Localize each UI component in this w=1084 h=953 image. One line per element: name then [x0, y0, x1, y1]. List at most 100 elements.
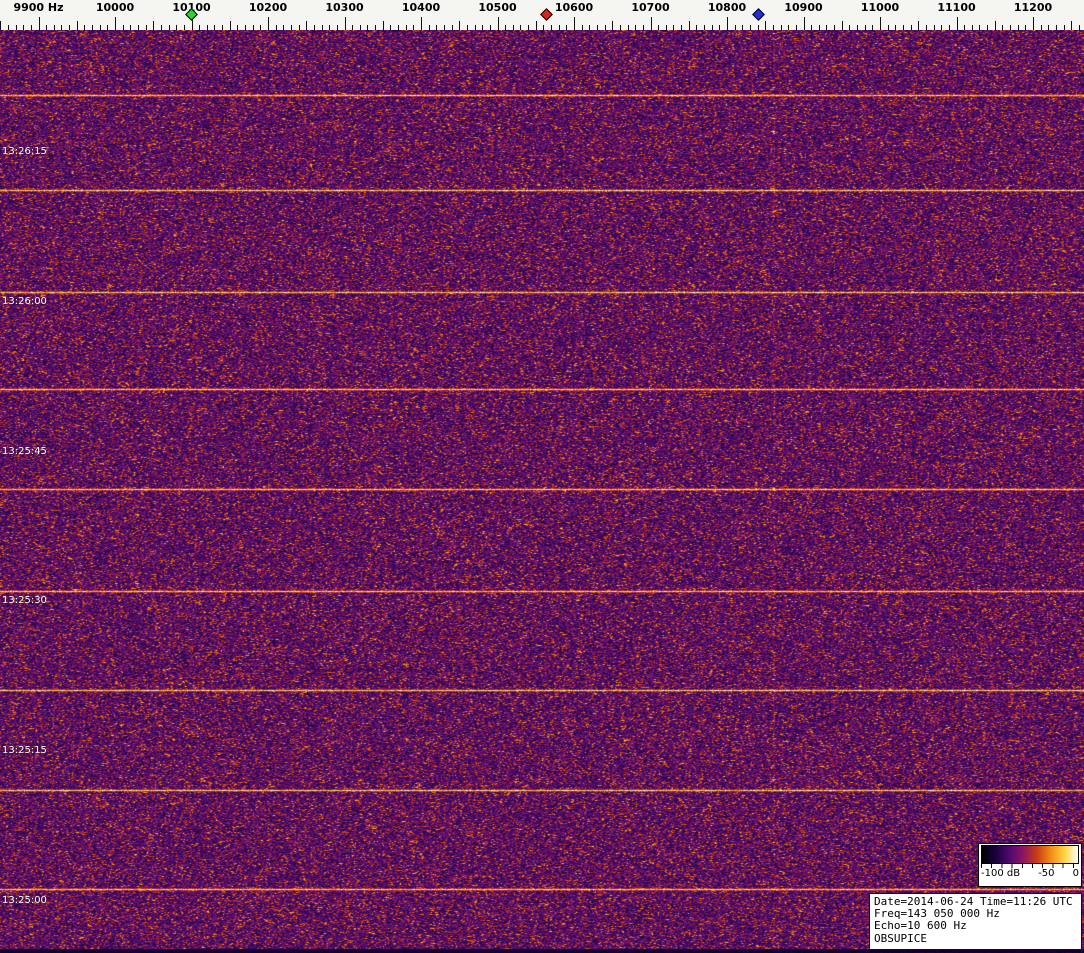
freq-tick [612, 21, 614, 30]
freq-tick [199, 25, 201, 30]
freq-tick [398, 25, 400, 30]
freq-tick [688, 21, 690, 30]
freq-tick [864, 25, 866, 30]
freq-tick [826, 25, 828, 30]
freq-tick [512, 25, 514, 30]
freq-tick-label: 10400 [401, 1, 441, 14]
freq-tick [405, 25, 407, 30]
freq-tick [925, 25, 927, 30]
freq-tick [168, 25, 170, 30]
freq-tick [619, 25, 621, 30]
freq-tick [428, 25, 430, 30]
freq-tick [979, 25, 981, 30]
freq-tick-label: 10500 [478, 1, 517, 14]
spectrogram-viewer: 9900 Hz100001010010200103001040010500106… [0, 0, 1084, 953]
freq-tick [390, 25, 392, 30]
freq-tick [543, 25, 545, 30]
freq-tick [811, 25, 813, 30]
freq-tick [971, 25, 973, 30]
freq-tick [69, 25, 71, 30]
freq-tick [290, 25, 292, 30]
freq-tick [849, 25, 851, 30]
freq-tick [413, 25, 415, 30]
time-axis-label: 13:26:15 [2, 146, 47, 157]
freq-tick [795, 25, 797, 30]
freq-tick [115, 17, 116, 30]
freq-tick [92, 25, 94, 30]
freq-tick [329, 25, 331, 30]
freq-tick [742, 25, 744, 30]
freq-tick [1078, 25, 1080, 30]
freq-tick [359, 25, 361, 30]
freq-tick [841, 21, 843, 30]
freq-tick [1033, 17, 1034, 30]
freq-tick [497, 17, 499, 30]
freq-tick [727, 17, 728, 30]
freq-tick [298, 25, 300, 30]
freq-tick-label: 10000 [95, 1, 135, 14]
freq-tick [956, 17, 958, 30]
freq-tick [344, 17, 346, 30]
db-scale-labels: -100 dB -50 0 [981, 868, 1079, 879]
freq-tick [237, 25, 239, 30]
freq-tick [681, 25, 683, 30]
freq-tick [0, 21, 2, 30]
freq-tick [474, 25, 476, 30]
freq-tick-label: 10200 [248, 1, 288, 14]
freq-tick-label: 10600 [554, 1, 594, 14]
freq-tick [834, 25, 836, 30]
freq-tick [696, 25, 698, 30]
freq-tick [528, 25, 530, 30]
freq-tick [803, 17, 805, 30]
freq-tick [336, 25, 338, 30]
freq-tick [948, 25, 950, 30]
freq-tick [153, 21, 155, 30]
freq-tick-label: 10900 [784, 1, 823, 14]
freq-tick [941, 25, 943, 30]
freq-tick [1055, 25, 1057, 30]
freq-tick [642, 25, 644, 30]
freq-tick-label: 11100 [937, 1, 976, 14]
freq-tick [260, 25, 262, 30]
freq-tick [581, 25, 583, 30]
freq-tick [994, 21, 996, 30]
freq-tick [505, 25, 507, 30]
blue-diamond-marker[interactable] [752, 8, 765, 21]
info-echo: Echo=10 600 Hz [874, 919, 967, 933]
freq-tick [46, 25, 48, 30]
freq-tick [880, 17, 881, 30]
freq-tick [489, 25, 491, 30]
freq-tick [658, 25, 660, 30]
freq-tick [38, 17, 40, 30]
freq-tick [872, 25, 874, 30]
freq-tick-label: 10300 [325, 1, 364, 14]
freq-tick [704, 25, 706, 30]
frequency-ruler: 9900 Hz100001010010200103001040010500106… [0, 0, 1084, 30]
freq-tick [130, 25, 132, 30]
freq-tick [76, 21, 78, 30]
freq-tick [382, 21, 384, 30]
freq-tick [1048, 25, 1050, 30]
freq-tick [222, 25, 224, 30]
freq-tick [107, 25, 109, 30]
freq-tick [589, 25, 591, 30]
freq-tick [7, 25, 9, 30]
freq-tick-label: 10800 [707, 1, 747, 14]
freq-tick [566, 25, 568, 30]
db-gradient-bar [981, 845, 1079, 864]
freq-tick [765, 21, 767, 30]
freq-tick [535, 21, 537, 30]
freq-tick [558, 25, 560, 30]
freq-tick [137, 25, 139, 30]
freq-tick [99, 25, 101, 30]
freq-tick [160, 25, 162, 30]
freq-tick [902, 25, 904, 30]
freq-tick [673, 25, 675, 30]
freq-tick [375, 25, 377, 30]
freq-tick [719, 25, 721, 30]
red-diamond-marker[interactable] [540, 8, 553, 21]
freq-tick [772, 25, 774, 30]
freq-tick [520, 25, 522, 30]
freq-tick [122, 25, 124, 30]
freq-tick [650, 17, 652, 30]
